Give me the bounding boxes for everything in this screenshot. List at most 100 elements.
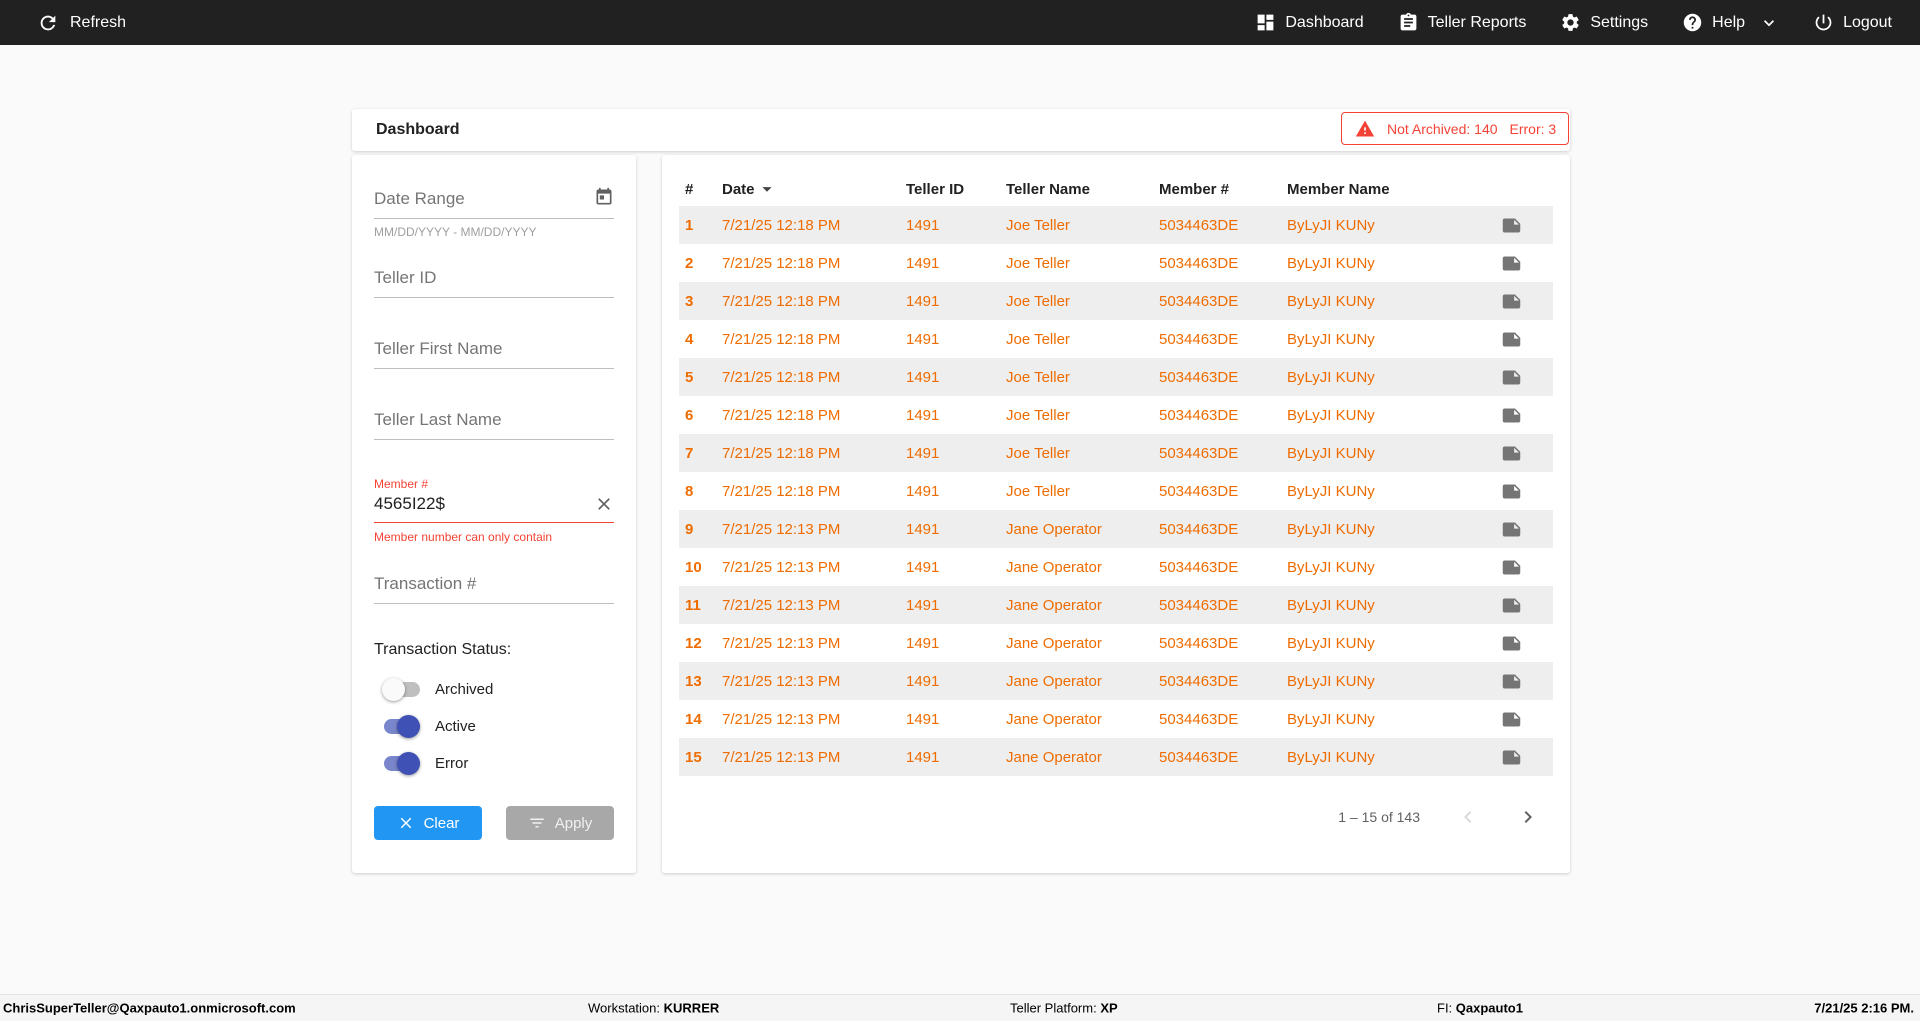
note-icon[interactable]	[1501, 215, 1522, 236]
note-icon[interactable]	[1501, 709, 1522, 730]
row-member-num: 5034463DE	[1159, 406, 1239, 424]
refresh-button[interactable]: Refresh	[37, 12, 126, 34]
active-toggle[interactable]	[382, 715, 420, 738]
table-row[interactable]: 6 7/21/25 12:18 PM 1491 Joe Teller 5034463DE…	[679, 396, 1553, 434]
table-row[interactable]: 1 7/21/25 12:18 PM 1491 Joe Teller 5034463DE…	[679, 206, 1553, 244]
column-header-date-label: Date	[722, 180, 755, 198]
row-teller-name: Jane Operator	[1006, 710, 1102, 728]
error-toggle[interactable]	[382, 752, 420, 775]
chevron-left-icon[interactable]	[1456, 805, 1480, 829]
report-icon	[1398, 12, 1419, 33]
note-icon[interactable]	[1501, 747, 1522, 768]
nav-logout-label: Logout	[1843, 13, 1892, 31]
row-date: 7/21/25 12:18 PM	[722, 368, 841, 386]
nav-teller-reports[interactable]: Teller Reports	[1398, 12, 1526, 33]
row-teller-id: 1491	[906, 596, 940, 614]
table-row[interactable]: 7 7/21/25 12:18 PM 1491 Joe Teller 5034463DE…	[679, 434, 1553, 472]
row-member-num: 5034463DE	[1159, 444, 1239, 462]
column-header-date[interactable]: Date	[722, 178, 906, 200]
column-header-teller-name[interactable]: Teller Name	[1006, 181, 1159, 198]
column-header-teller-id[interactable]: Teller ID	[906, 181, 1006, 198]
transactions-table-card: # Date Teller ID Teller Name Member # Me…	[662, 155, 1570, 873]
archived-toggle[interactable]	[382, 678, 420, 701]
row-number: 4	[685, 330, 694, 348]
note-icon[interactable]	[1501, 519, 1522, 540]
teller-platform-info: Teller Platform: XP	[1010, 1001, 1118, 1016]
teller-last-name-input[interactable]	[374, 406, 614, 440]
teller-id-input[interactable]	[374, 264, 614, 298]
table-row[interactable]: 9 7/21/25 12:13 PM 1491 Jane Operator 503446…	[679, 510, 1553, 548]
row-teller-name: Joe Teller	[1006, 482, 1070, 500]
note-icon[interactable]	[1501, 329, 1522, 350]
note-icon[interactable]	[1501, 633, 1522, 654]
transaction-number-input[interactable]	[374, 570, 614, 604]
row-number: 11	[685, 596, 701, 614]
row-number: 12	[685, 634, 702, 652]
row-teller-id: 1491	[906, 444, 940, 462]
row-teller-id: 1491	[906, 482, 940, 500]
fi-info: FI: Qaxpauto1	[1437, 1001, 1523, 1016]
workstation-label: Workstation:	[588, 1000, 661, 1016]
chevron-right-icon[interactable]	[1516, 805, 1540, 829]
note-icon[interactable]	[1501, 443, 1522, 464]
table-row[interactable]: 15 7/21/25 12:13 PM 1491 Jane Operator 50344…	[679, 738, 1553, 776]
close-icon[interactable]	[594, 494, 614, 514]
active-toggle-label: Active	[435, 718, 476, 735]
column-header-member-num[interactable]: Member #	[1159, 181, 1287, 198]
nav-settings-label: Settings	[1590, 13, 1649, 31]
note-icon[interactable]	[1501, 253, 1522, 274]
date-range-hint: MM/DD/YYYY - MM/DD/YYYY	[374, 225, 537, 239]
row-member-name: ByLyJI KUNy	[1287, 558, 1375, 576]
row-member-name: ByLyJI KUNy	[1287, 216, 1375, 234]
row-member-num: 5034463DE	[1159, 634, 1239, 652]
table-row[interactable]: 11 7/21/25 12:13 PM 1491 Jane Operator 50344…	[679, 586, 1553, 624]
date-range-input[interactable]	[374, 185, 614, 219]
table-row[interactable]: 5 7/21/25 12:18 PM 1491 Joe Teller 5034463DE…	[679, 358, 1553, 396]
table-row[interactable]: 14 7/21/25 12:13 PM 1491 Jane Operator 50344…	[679, 700, 1553, 738]
column-header-member-name[interactable]: Member Name	[1287, 181, 1495, 198]
archive-error-alert[interactable]: Not Archived: 140 Error: 3	[1341, 112, 1569, 145]
note-icon[interactable]	[1501, 671, 1522, 692]
row-member-num: 5034463DE	[1159, 368, 1239, 386]
note-icon[interactable]	[1501, 291, 1522, 312]
archived-toggle-label: Archived	[435, 681, 494, 698]
row-number: 9	[685, 520, 694, 538]
dashboard-icon	[1255, 12, 1276, 33]
member-number-input[interactable]	[374, 492, 614, 523]
nav-logout[interactable]: Logout	[1813, 12, 1892, 33]
nav-help[interactable]: Help	[1682, 12, 1779, 33]
table-row[interactable]: 4 7/21/25 12:18 PM 1491 Joe Teller 5034463DE…	[679, 320, 1553, 358]
workstation-value: KURRER	[663, 1000, 720, 1016]
row-member-num: 5034463DE	[1159, 558, 1239, 576]
note-icon[interactable]	[1501, 367, 1522, 388]
row-member-name: ByLyJI KUNy	[1287, 748, 1375, 766]
nav-dashboard-label: Dashboard	[1285, 13, 1364, 31]
row-member-num: 5034463DE	[1159, 710, 1239, 728]
nav-settings[interactable]: Settings	[1560, 12, 1648, 33]
note-icon[interactable]	[1501, 595, 1522, 616]
apply-button[interactable]: Apply	[506, 806, 614, 840]
row-member-name: ByLyJI KUNy	[1287, 672, 1375, 690]
note-icon[interactable]	[1501, 481, 1522, 502]
table-row[interactable]: 3 7/21/25 12:18 PM 1491 Joe Teller 5034463DE…	[679, 282, 1553, 320]
calendar-icon[interactable]	[594, 187, 614, 207]
table-row[interactable]: 8 7/21/25 12:18 PM 1491 Joe Teller 5034463DE…	[679, 472, 1553, 510]
row-number: 6	[685, 406, 694, 424]
table-row[interactable]: 10 7/21/25 12:13 PM 1491 Jane Operator 50344…	[679, 548, 1553, 586]
teller-first-name-input[interactable]	[374, 335, 614, 369]
pagination: 1 – 15 of 143	[1338, 805, 1540, 829]
table-row[interactable]: 13 7/21/25 12:13 PM 1491 Jane Operator 50344…	[679, 662, 1553, 700]
row-date: 7/21/25 12:18 PM	[722, 330, 841, 348]
filter-icon	[528, 814, 546, 832]
row-number: 3	[685, 292, 694, 310]
row-teller-name: Jane Operator	[1006, 748, 1102, 766]
table-row[interactable]: 12 7/21/25 12:13 PM 1491 Jane Operator 50344…	[679, 624, 1553, 662]
note-icon[interactable]	[1501, 405, 1522, 426]
note-icon[interactable]	[1501, 557, 1522, 578]
nav-dashboard[interactable]: Dashboard	[1255, 12, 1364, 33]
row-teller-id: 1491	[906, 634, 940, 652]
row-teller-name: Joe Teller	[1006, 254, 1070, 272]
table-row[interactable]: 2 7/21/25 12:18 PM 1491 Joe Teller 5034463DE…	[679, 244, 1553, 282]
clear-button[interactable]: Clear	[374, 806, 482, 840]
row-member-name: ByLyJI KUNy	[1287, 254, 1375, 272]
